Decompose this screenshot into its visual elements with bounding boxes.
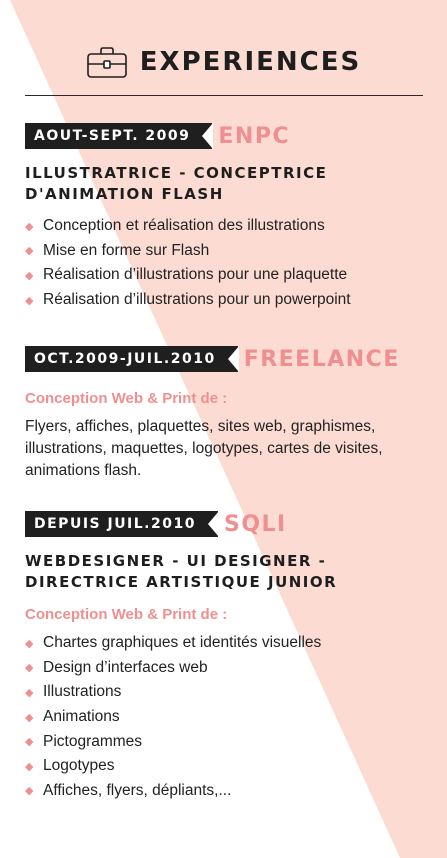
diamond-bullet-icon: ◆	[25, 711, 34, 724]
role-line: WEBDESIGNER - UI DESIGNER -	[25, 552, 327, 570]
experience-header: AOUT-SEPT. 2009 ENPC	[25, 123, 351, 149]
date-tag: AOUT-SEPT. 2009	[25, 123, 214, 149]
list-item: ◆ Réalisation d’illustrations pour une pl…	[25, 266, 348, 284]
company-name: SQLI	[223, 511, 287, 537]
diamond-bullet-icon: ◆	[25, 662, 34, 675]
company-name: FREELANCE	[243, 346, 400, 372]
experiences-page: EXPERIENCES AOUT-SEPT. 2009 ENPC ILLUSTR…	[0, 0, 447, 858]
diamond-bullet-icon: ◆	[25, 269, 34, 282]
subheading: Conception Web & Print de :	[25, 390, 228, 407]
list-item: ◆ Pictogrammes	[25, 732, 143, 750]
list-item: ◆ Animations	[25, 708, 120, 726]
company-name: ENPC	[218, 123, 291, 149]
experience-freelance: OCT.2009-JUIL.2010 FREELANCE Conception …	[25, 346, 415, 482]
list-item: ◆ Affiches, flyers, dépliants,...	[25, 781, 232, 799]
task-list: ◆ Chartes graphiques et identités visuell…	[25, 631, 337, 803]
list-item: ◆ Chartes graphiques et identités visuell…	[25, 634, 322, 652]
header-divider	[25, 95, 423, 96]
diamond-bullet-icon: ◆	[25, 220, 34, 233]
diamond-bullet-icon: ◆	[25, 245, 34, 258]
diamond-bullet-icon: ◆	[25, 736, 34, 749]
diamond-bullet-icon: ◆	[25, 760, 34, 773]
experience-sqli: DEPUIS JUIL.2010 SQLI WEBDESIGNER - UI D…	[25, 511, 337, 803]
list-item: ◆ Illustrations	[25, 683, 122, 701]
description-paragraph: Flyers, affiches, plaquettes, sites web,…	[25, 418, 383, 479]
diamond-bullet-icon: ◆	[25, 686, 34, 699]
briefcase-icon	[86, 47, 127, 78]
experience-header: DEPUIS JUIL.2010 SQLI	[25, 511, 337, 537]
role-line: ILLUSTRATRICE - CONCEPTRICE	[25, 164, 328, 182]
role-line: DIRECTRICE ARTISTIQUE JUNIOR	[25, 573, 338, 591]
section-header: EXPERIENCES	[0, 36, 447, 88]
section-title: EXPERIENCES	[139, 47, 362, 77]
list-item: ◆ Mise en forme sur Flash	[25, 241, 210, 259]
diamond-bullet-icon: ◆	[25, 294, 34, 307]
list-item: ◆ Réalisation d’illustrations pour un pow…	[25, 291, 351, 309]
experience-enpc: AOUT-SEPT. 2009 ENPC ILLUSTRATRICE - CON…	[25, 123, 351, 312]
role-line: D'ANIMATION FLASH	[25, 185, 224, 203]
list-item: ◆ Design d’interfaces web	[25, 658, 208, 676]
diamond-bullet-icon: ◆	[25, 637, 34, 650]
diamond-bullet-icon: ◆	[25, 785, 34, 798]
list-item: ◆ Conception et réalisation des illustrat…	[25, 217, 325, 235]
subheading: Conception Web & Print de :	[25, 606, 228, 623]
task-list: ◆ Conception et réalisation des illustrat…	[25, 214, 351, 312]
list-item: ◆ Logotypes	[25, 757, 115, 775]
experience-header: OCT.2009-JUIL.2010 FREELANCE	[25, 346, 415, 372]
role-title: WEBDESIGNER - UI DESIGNER - DIRECTRICE A…	[25, 551, 337, 593]
date-tag: DEPUIS JUIL.2010	[25, 511, 219, 537]
date-tag: OCT.2009-JUIL.2010	[25, 346, 239, 372]
role-title: ILLUSTRATRICE - CONCEPTRICE D'ANIMATION …	[25, 163, 351, 205]
